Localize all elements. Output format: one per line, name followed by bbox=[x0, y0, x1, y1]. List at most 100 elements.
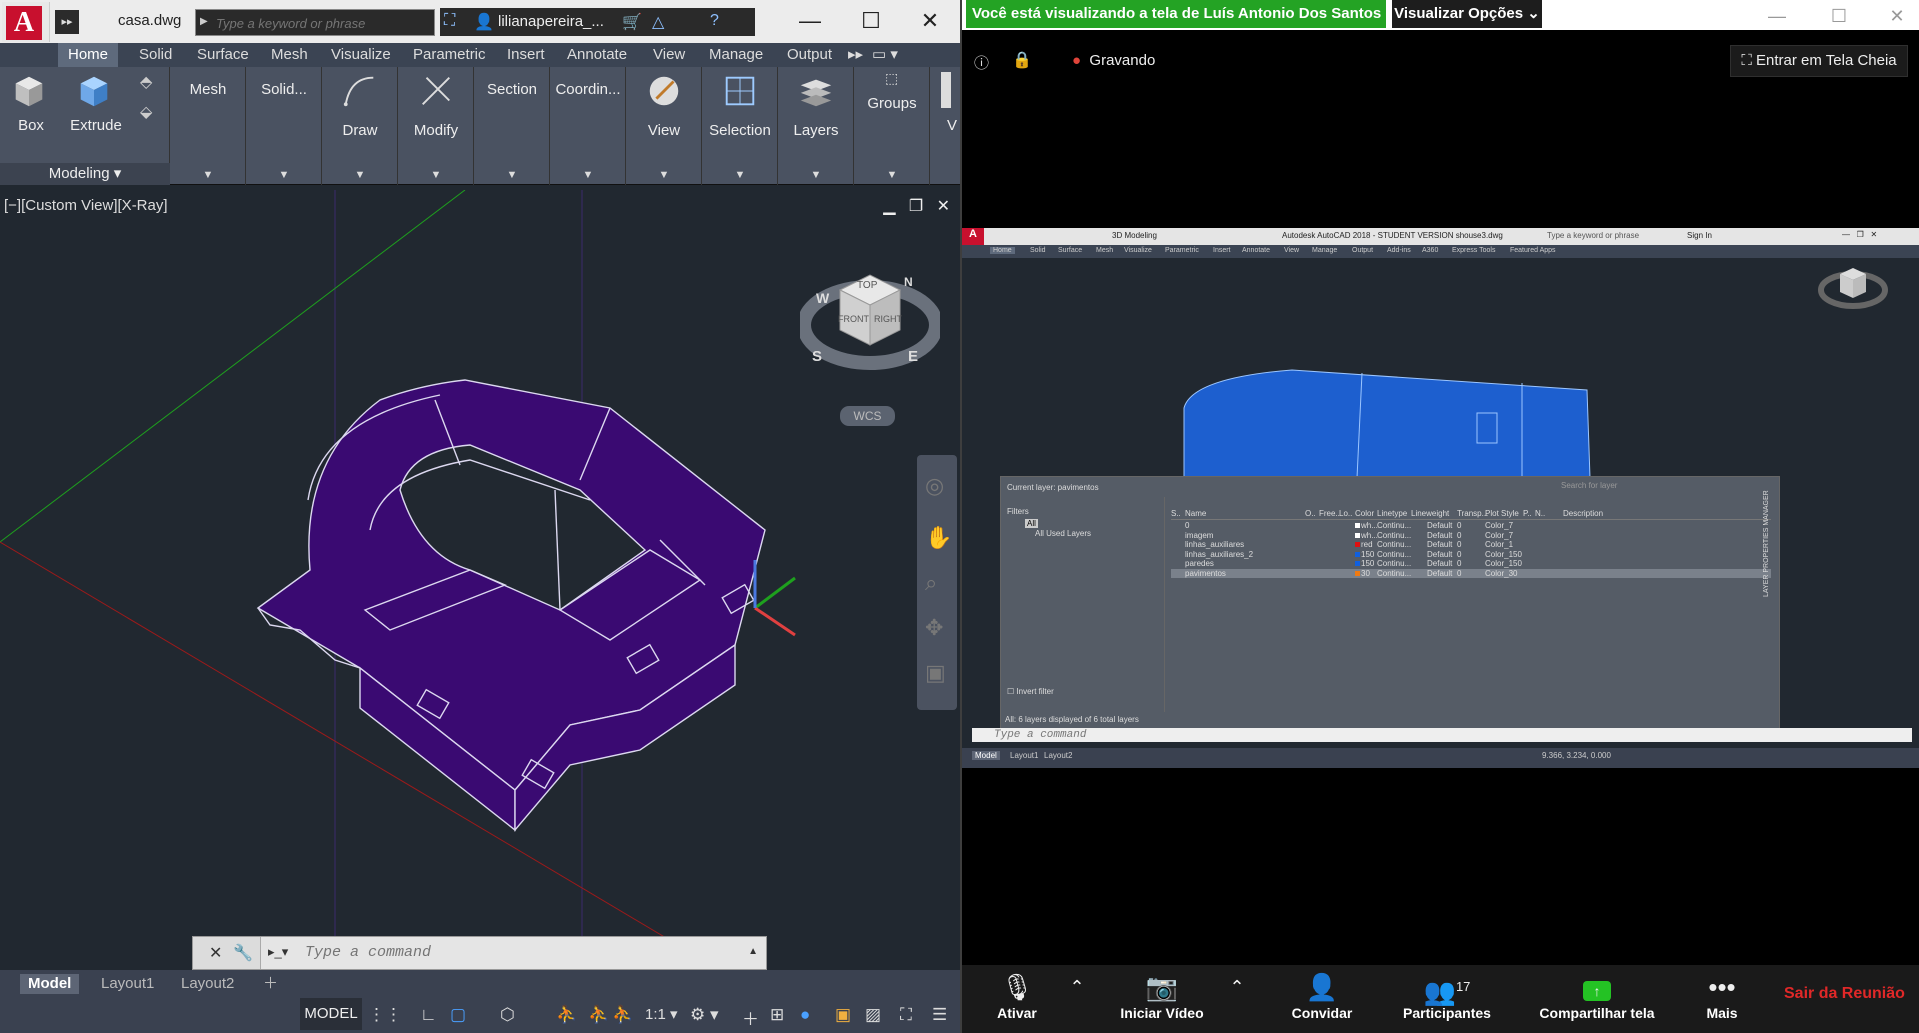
tab-model[interactable]: Model bbox=[20, 974, 80, 994]
video-options-icon[interactable]: ⌃ bbox=[1222, 965, 1252, 1033]
tab-annotate[interactable]: Annotate bbox=[567, 43, 627, 67]
wrench-icon[interactable]: 🔧 bbox=[233, 943, 253, 963]
panel-coordinates[interactable]: Coordin... ▼ bbox=[551, 67, 626, 185]
layer-row[interactable]: pavimentos 30 Continu... Default 0 Color_30 bbox=[1171, 568, 1771, 578]
tab-visualize[interactable]: Visualize bbox=[331, 43, 391, 67]
user-icon[interactable]: 👤 bbox=[474, 12, 494, 32]
unmute-button[interactable]: 🎙 Ativar bbox=[982, 965, 1052, 1033]
column-name[interactable]: Name bbox=[1185, 509, 1206, 518]
layer-color-swatch[interactable] bbox=[1355, 542, 1360, 547]
start-video-button[interactable]: 📷 Iniciar Vídeo bbox=[1102, 965, 1222, 1033]
panel-modify[interactable]: Modify ▼ bbox=[399, 67, 474, 185]
column-lineweight[interactable]: Lineweight bbox=[1411, 509, 1449, 518]
tab-view[interactable]: View bbox=[653, 43, 685, 67]
help-icon[interactable]: ? bbox=[710, 12, 719, 30]
minimize-button[interactable]: — bbox=[795, 8, 825, 34]
cart-icon[interactable]: 🛒 bbox=[622, 12, 642, 32]
layer-color-swatch[interactable] bbox=[1355, 523, 1360, 528]
hardware-accel-icon[interactable]: ▣ bbox=[835, 1005, 851, 1025]
orbit-icon[interactable]: ✥ bbox=[925, 615, 943, 641]
modeling-panel-label[interactable]: Modeling ▾ bbox=[0, 163, 170, 185]
a360-icon[interactable]: △ bbox=[652, 12, 664, 32]
3d-osnap-icon[interactable]: ⬡ bbox=[500, 1005, 515, 1025]
ribbon-toggle-icon[interactable]: ▭ ▾ bbox=[872, 43, 898, 67]
close-icon[interactable]: ✕ bbox=[209, 943, 222, 963]
column-transparency[interactable]: Transp... bbox=[1457, 509, 1488, 518]
view-options-button[interactable]: Visualizar Opções ⌄ bbox=[1392, 0, 1542, 28]
annotation-scale[interactable]: 1:1 ▾ bbox=[645, 1005, 678, 1023]
viewcube-front-label[interactable]: FRONT bbox=[838, 314, 869, 324]
units-icon[interactable]: ⊞ bbox=[770, 1005, 784, 1025]
viewcube-top-label[interactable]: TOP bbox=[857, 280, 877, 291]
filter-all-used[interactable]: All Used Layers bbox=[1035, 529, 1091, 538]
tab-manage[interactable]: Manage bbox=[709, 43, 763, 67]
command-history-icon[interactable]: ▲ bbox=[748, 946, 758, 957]
more-button[interactable]: ••• Mais bbox=[1692, 965, 1752, 1033]
zoom-extents-icon[interactable]: ⌕ bbox=[925, 570, 937, 596]
presspull-icon[interactable]: ⬘ bbox=[140, 72, 152, 92]
enter-fullscreen-button[interactable]: ⛶ Entrar em Tela Cheia bbox=[1730, 45, 1908, 77]
viewcube[interactable]: TOP FRONT RIGHT W S E N bbox=[797, 250, 943, 390]
layer-row[interactable]: paredes 150 Continu... Default 0 Color_150 bbox=[1171, 559, 1771, 569]
recording-indicator[interactable]: ● Gravando bbox=[1072, 52, 1155, 69]
leave-meeting-button[interactable]: Sair da Reunião bbox=[1784, 985, 1905, 1003]
layer-row[interactable]: imagem wh... Continu... Default 0 Color_7 bbox=[1171, 531, 1771, 541]
layer-search-input[interactable]: Search for layer bbox=[1561, 481, 1641, 490]
panel-draw[interactable]: Draw ▼ bbox=[323, 67, 398, 185]
panel-mesh[interactable]: Mesh ▼ bbox=[171, 67, 246, 185]
invert-filter-checkbox[interactable]: Invert filter bbox=[1016, 687, 1053, 696]
column-on[interactable]: O.. bbox=[1305, 509, 1316, 518]
layer-row[interactable]: 0 wh... Continu... Default 0 Color_7 bbox=[1171, 521, 1771, 531]
compass-s[interactable]: S bbox=[812, 348, 822, 365]
column-plot-style[interactable]: Plot Style bbox=[1485, 509, 1519, 518]
compass-n[interactable]: N bbox=[904, 275, 913, 289]
clean-screen-icon[interactable]: ▨ bbox=[865, 1005, 881, 1025]
panel-selection[interactable]: Selection ▼ bbox=[703, 67, 778, 185]
column-color[interactable]: Color bbox=[1355, 509, 1374, 518]
annotation-icon[interactable]: ⛹ bbox=[556, 1005, 577, 1025]
binoculars-icon[interactable]: ⛶ bbox=[444, 12, 455, 30]
extrude-button[interactable]: Extrude bbox=[66, 117, 126, 134]
maximize-button[interactable]: ☐ bbox=[856, 8, 886, 34]
panel-view[interactable]: View ▼ bbox=[627, 67, 702, 185]
layer-color-swatch[interactable] bbox=[1355, 570, 1360, 576]
column-status[interactable]: S.. bbox=[1171, 509, 1181, 518]
close-button[interactable]: ✕ bbox=[1882, 6, 1912, 27]
application-menu-button[interactable]: A bbox=[2, 2, 50, 42]
add-layout-icon[interactable]: ＋ bbox=[255, 974, 286, 994]
isolate-icon[interactable]: ● bbox=[800, 1005, 810, 1025]
annotation-visibility-icon[interactable]: ⛹ bbox=[612, 1005, 633, 1025]
smooth-icon[interactable]: ⬙ bbox=[140, 102, 152, 122]
command-input[interactable] bbox=[305, 944, 705, 961]
invite-button[interactable]: 👤 Convidar bbox=[1282, 965, 1362, 1033]
steering-wheel-icon[interactable]: ◎ bbox=[925, 473, 944, 499]
lock-icon[interactable]: 🔒 bbox=[1012, 50, 1032, 70]
column-lock[interactable]: Lo.. bbox=[1339, 509, 1352, 518]
autoscale-icon[interactable]: ⛹ bbox=[588, 1005, 609, 1025]
user-name[interactable]: lilianapereira_... bbox=[498, 13, 604, 30]
share-screen-button[interactable]: ↑ Compartilhar tela bbox=[1522, 965, 1672, 1033]
layer-row[interactable]: linhas_auxiliares red Continu... Default 0 Co… bbox=[1171, 540, 1771, 550]
ortho-icon[interactable]: ∟ bbox=[420, 1005, 437, 1025]
participants-button[interactable]: 👥17 Participantes bbox=[1387, 965, 1507, 1033]
house-3d-model[interactable] bbox=[256, 379, 766, 832]
column-plot[interactable]: P.. bbox=[1523, 509, 1532, 518]
column-new-vp[interactable]: N.. bbox=[1535, 509, 1545, 518]
viewcube-right-label[interactable]: RIGHT bbox=[874, 314, 902, 324]
fullscreen-icon[interactable]: ⛶ bbox=[900, 1005, 912, 1025]
compass-e[interactable]: E bbox=[908, 348, 918, 365]
audio-options-icon[interactable]: ⌃ bbox=[1062, 965, 1092, 1033]
tab-insert[interactable]: Insert bbox=[507, 43, 545, 67]
command-prompt-icon[interactable]: ▸_▾ bbox=[268, 944, 288, 960]
tab-solid[interactable]: Solid bbox=[139, 43, 172, 67]
meeting-info-icon[interactable]: ⓘ bbox=[974, 52, 989, 73]
tab-home[interactable]: Home bbox=[58, 43, 119, 67]
tab-output[interactable]: Output bbox=[787, 43, 832, 67]
layer-color-swatch[interactable] bbox=[1355, 551, 1360, 557]
search-input[interactable] bbox=[216, 13, 426, 33]
maximize-button[interactable]: ☐ bbox=[1824, 6, 1854, 27]
layer-color-swatch[interactable] bbox=[1355, 532, 1360, 538]
model-space-toggle[interactable]: MODEL bbox=[300, 998, 362, 1030]
wcs-menu[interactable]: WCS bbox=[840, 406, 895, 426]
snap-icon[interactable]: ▢ bbox=[450, 1005, 466, 1025]
